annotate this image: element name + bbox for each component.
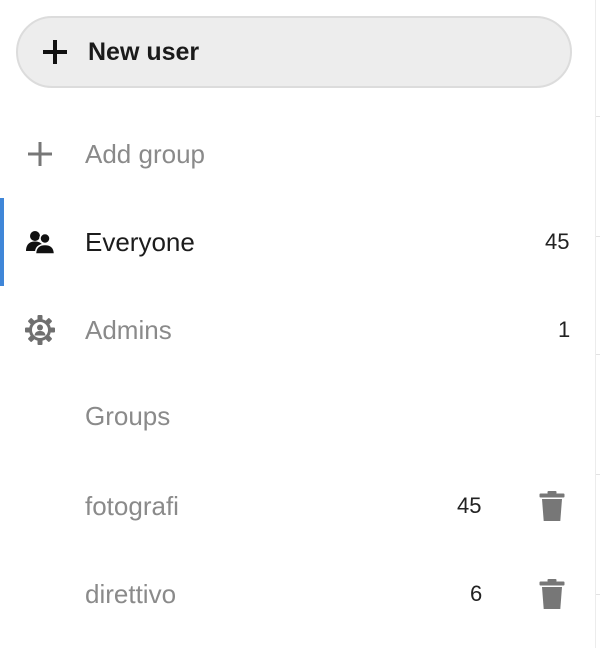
trash-icon[interactable] (539, 490, 565, 522)
group-label: fotografi (85, 490, 179, 521)
app-navigation: New user Add group Everyone 45 Admins 1 … (0, 0, 600, 648)
nav-item-admins[interactable]: Admins 1 (0, 286, 596, 374)
groups-caption: Groups (85, 401, 171, 431)
group-item[interactable]: fotografi 45 (0, 462, 596, 550)
trash-icon[interactable] (539, 578, 565, 610)
new-user-label: New user (88, 37, 200, 66)
everyone-count: 45 (545, 229, 570, 254)
group-count: 45 (457, 493, 482, 518)
group-count: 6 (470, 581, 483, 606)
new-user-button[interactable]: New user (16, 16, 572, 88)
add-group-label: Add group (85, 138, 205, 169)
group-item[interactable]: direttivo 6 (0, 550, 596, 638)
plus-icon (43, 40, 67, 64)
users-icon (24, 226, 56, 258)
nav-item-everyone-label: Everyone (85, 226, 195, 257)
nav-item-everyone[interactable]: Everyone 45 (0, 198, 596, 286)
nav-item-admins-label: Admins (85, 314, 172, 345)
add-group-item[interactable]: Add group (0, 110, 596, 198)
group-label: direttivo (85, 578, 177, 609)
admins-count: 1 (558, 317, 571, 342)
shield-gear-icon (24, 314, 56, 346)
plus-icon (24, 138, 56, 170)
